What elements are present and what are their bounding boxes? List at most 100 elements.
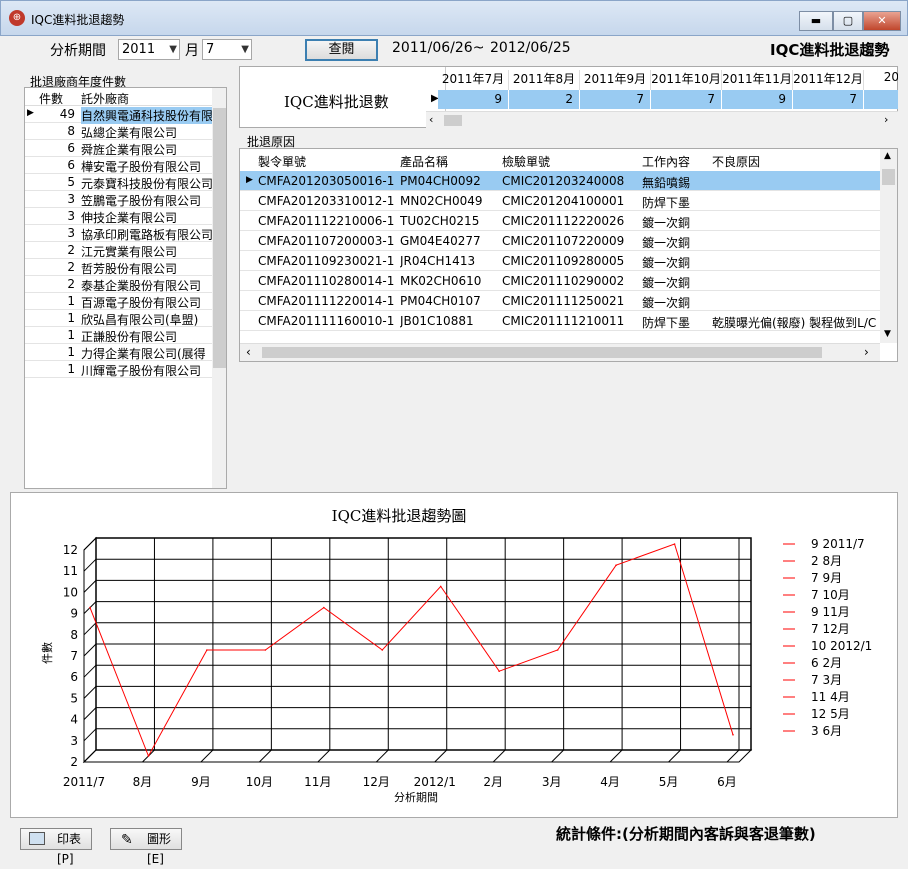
reasons-cell: CMIC201109280005 [502,254,625,268]
vendor-row[interactable]: 6 樺安電子股份有限公司 [25,157,213,174]
vendor-name: 正謙股份有限公司 [81,330,178,344]
maximize-button[interactable]: ▢ [833,11,863,31]
reasons-cell: JB01C10881 [400,314,474,328]
reasons-cell: 無鉛噴錫 [642,176,691,190]
month-select[interactable]: 7 ▼ [202,39,252,60]
vendor-row[interactable]: 2 泰基企業股份有限公司 [25,276,213,293]
minimize-button[interactable]: ▬ [799,11,833,31]
legend-entry: 9 2011/7 [811,537,865,551]
summary-month-header: 2011年12月 [793,70,864,90]
chart-button[interactable]: ✎ 圖形[E] [110,828,182,866]
y-tick-label: 12 [63,543,78,557]
reasons-cell: CMIC201203240008 [502,174,625,188]
scroll-right-icon[interactable]: › [884,113,888,126]
scroll-down-icon[interactable]: ▼ [884,329,891,339]
vendor-name: 弘總企業有限公司 [81,126,178,140]
vendor-row[interactable]: 3 伸技企業有限公司 [25,208,213,225]
scroll-left-icon[interactable]: ‹ [429,113,433,126]
summary-label: IQC進料批退數 [284,93,389,111]
legend-entry: 6 2月 [811,656,842,670]
vendor-row[interactable]: 2 哲芳股份有限公司 [25,259,213,276]
reasons-row[interactable]: CMFA201111220014-1 PM04CH0107 CMIC20111125… [240,291,880,311]
print-button-label: 印表[P] [57,832,82,866]
reasons-cell: 鍍一次銅 [642,256,691,270]
vendor-name: 泰基企業股份有限公司 [81,279,202,293]
vendor-row[interactable]: 1 力得企業有限公司(展得 [25,344,213,361]
vendor-count: 1 [67,362,75,376]
vendor-name: 哲芳股份有限公司 [81,262,178,276]
summary-month-value: 7 [793,90,864,109]
reasons-cell: PM04CH0092 [400,174,481,188]
reasons-col-header[interactable]: 產品名稱 [400,153,448,170]
summary-scrollbar[interactable]: ‹ › [426,111,898,128]
legend-entry: 12 5月 [811,707,850,721]
chevron-down-icon: ▼ [241,44,249,55]
x-tick-label: 10月 [246,775,273,789]
scroll-right-icon[interactable]: › [864,345,869,359]
vendor-row[interactable]: 5 元泰寶科技股份有限公司 [25,174,213,191]
vendor-scrollbar[interactable] [212,88,226,488]
vendor-name: 川輝電子股份有限公司 [81,364,202,378]
vendor-name: 欣弘昌有限公司(阜盟) [81,313,199,327]
data-point [264,649,267,651]
chart-button-label: 圖形[E] [147,832,172,866]
vendor-row[interactable]: ▶ 49 自然興電通科技股份有限 [25,106,213,124]
vendor-row[interactable]: 1 正謙股份有限公司 [25,327,213,344]
vendor-row[interactable]: 1 百源電子股份有限公司 [25,293,213,310]
reasons-cell: GM04E40277 [400,234,481,248]
reasons-row[interactable]: ▶ CMFA201203050016-1 PM04CH0092 CMIC2012032… [240,171,880,191]
reasons-row[interactable]: CMFA201107200003-1 GM04E40277 CMIC20110722… [240,231,880,251]
vendor-count: 2 [67,277,75,291]
reasons-cell: JR04CH1413 [400,254,476,268]
vendor-row[interactable]: 1 欣弘昌有限公司(阜盟) [25,310,213,327]
row-pointer-icon: ▶ [27,108,34,118]
reasons-row[interactable]: CMFA201112210006-1 TU02CH0215 CMIC20111222… [240,211,880,231]
vendor-count: 5 [67,175,75,189]
reasons-hscrollbar[interactable]: ‹ › [240,343,880,361]
legend-entry: 7 9月 [811,571,842,585]
vendor-row[interactable]: 1 川輝電子股份有限公司 [25,361,213,378]
vendor-row[interactable]: 3 協承印刷電路板有限公司 [25,225,213,242]
vendor-name: 自然興電通科技股份有限 [81,107,213,124]
reasons-col-header[interactable]: 工作內容 [642,153,690,170]
reasons-row[interactable]: CMFA201111160010-1 JB01C10881 CMIC20111121… [240,311,880,331]
vendor-count: 6 [67,158,75,172]
vendor-count: 1 [67,345,75,359]
reasons-cell: 鍍一次銅 [642,236,691,250]
reasons-col-header[interactable]: 檢驗單號 [502,153,550,170]
reasons-cell: 乾膜曝光偏(報廢) 製程做到L/C [712,316,877,330]
close-button[interactable]: ✕ [863,11,901,31]
reasons-vscrollbar[interactable]: ▲ ▼ [880,149,897,343]
y-axis-label: 件數 [41,642,54,664]
summary-month-value: 2 [509,90,580,109]
reasons-col-header[interactable]: 不良原因 [712,153,760,170]
window-title: IQC進料批退趨勢 [31,13,125,27]
x-tick-label: 2012/1 [414,775,456,789]
vendor-name: 力得企業有限公司(展得 [81,347,206,361]
vendor-count: 2 [67,243,75,257]
reasons-cell: CMFA201111220014-1 [258,294,395,308]
year-select[interactable]: 2011 ▼ [118,39,180,60]
legend-entry: 7 12月 [811,622,850,636]
reasons-col-header[interactable]: 製令單號 [258,153,306,170]
reasons-cell: CMFA201110280014-1 [258,274,395,288]
x-tick-label: 2月 [483,775,503,789]
reasons-cell: 鍍一次銅 [642,276,691,290]
print-button[interactable]: 印表[P] [20,828,92,866]
x-tick-label: 2011/7 [63,775,105,789]
data-point [439,585,442,588]
scroll-up-icon[interactable]: ▲ [884,151,891,161]
summary-month-header: 2011年10月 [651,70,722,90]
vendor-name: 百源電子股份有限公司 [81,296,202,310]
query-button[interactable]: 查閱 [305,39,378,61]
vendor-row[interactable]: 2 江元實業有限公司 [25,242,213,259]
reasons-row[interactable]: CMFA201203310012-1 MN02CH0049 CMIC20120410… [240,191,880,211]
vendor-row[interactable]: 3 笠鵬電子股份有限公司 [25,191,213,208]
scroll-left-icon[interactable]: ‹ [246,345,251,359]
vendor-row[interactable]: 8 弘總企業有限公司 [25,123,213,140]
x-tick-label: 6月 [717,775,737,789]
reasons-row[interactable]: CMFA201109230021-1 JR04CH1413 CMIC20110928… [240,251,880,271]
vendor-row[interactable]: 6 舜旌企業有限公司 [25,140,213,157]
reasons-row[interactable]: CMFA201110280014-1 MK02CH0610 CMIC20111029… [240,271,880,291]
x-tick-label: 4月 [600,775,620,789]
